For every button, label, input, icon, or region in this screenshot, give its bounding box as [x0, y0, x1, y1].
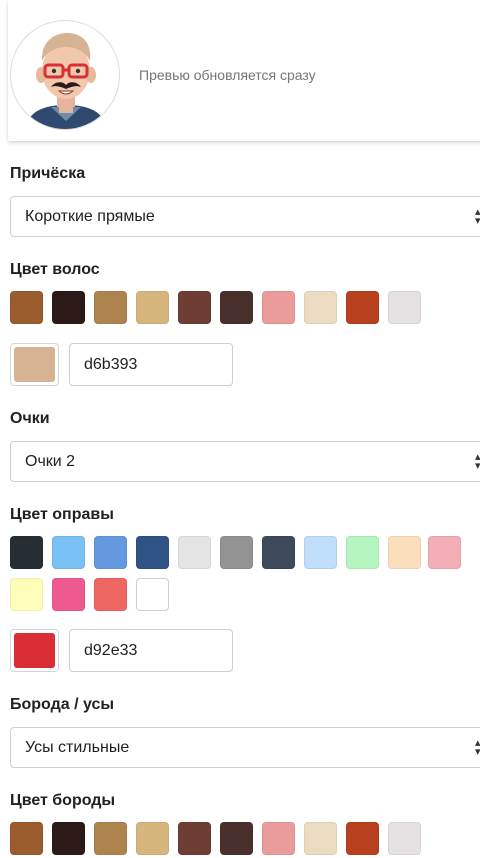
hair-style-label: Причёска — [10, 165, 86, 182]
beard-color-swatch[interactable] — [388, 822, 421, 855]
frame-color-swatch[interactable] — [220, 536, 253, 569]
hair-color-swatch[interactable] — [10, 291, 43, 324]
frame-color-swatches-row-2 — [10, 578, 170, 611]
frame-color-swatch[interactable] — [428, 536, 461, 569]
beard-color-swatch[interactable] — [178, 822, 211, 855]
hair-style-selected-value: Короткие прямые — [25, 208, 155, 225]
frame-color-current-swatch — [14, 633, 55, 668]
glasses-select[interactable]: Очки 2 ▴ ▾ — [10, 441, 480, 482]
frame-color-swatch[interactable] — [136, 536, 169, 569]
frame-color-swatch[interactable] — [178, 536, 211, 569]
select-arrows-icon: ▴ ▾ — [475, 451, 480, 472]
beard-color-swatch[interactable] — [94, 822, 127, 855]
beard-color-swatch[interactable] — [346, 822, 379, 855]
hair-color-picker[interactable] — [10, 343, 59, 386]
beard-select[interactable]: Усы стильные ▴ ▾ — [10, 727, 480, 768]
frame-color-swatch[interactable] — [52, 578, 85, 611]
frame-color-swatch[interactable] — [262, 536, 295, 569]
frame-color-swatch[interactable] — [10, 536, 43, 569]
frame-color-swatches-row-1 — [10, 536, 470, 569]
frame-color-hex-input[interactable] — [69, 629, 233, 672]
hair-color-hex-input[interactable] — [69, 343, 233, 386]
preview-card: Превью обновляется сразу — [8, 0, 480, 141]
hair-color-swatch[interactable] — [94, 291, 127, 324]
frame-color-swatch[interactable] — [136, 578, 169, 611]
hair-color-swatch[interactable] — [346, 291, 379, 324]
beard-color-label: Цвет бороды — [10, 792, 116, 809]
frame-color-swatch[interactable] — [346, 536, 379, 569]
select-arrows-icon: ▴ ▾ — [475, 737, 480, 758]
frame-color-swatch[interactable] — [304, 536, 337, 569]
frame-color-picker[interactable] — [10, 629, 59, 672]
hair-style-select[interactable]: Короткие прямые ▴ ▾ — [10, 196, 480, 237]
hair-color-swatch[interactable] — [304, 291, 337, 324]
hair-color-swatch[interactable] — [52, 291, 85, 324]
frame-color-swatch[interactable] — [94, 536, 127, 569]
hair-color-label: Цвет волос — [10, 261, 100, 278]
hair-color-swatch[interactable] — [388, 291, 421, 324]
beard-color-swatch[interactable] — [262, 822, 295, 855]
beard-color-swatch[interactable] — [136, 822, 169, 855]
avatar — [10, 20, 120, 130]
hair-color-swatch[interactable] — [136, 291, 169, 324]
glasses-label: Очки — [10, 410, 50, 427]
hair-color-swatches — [10, 291, 430, 324]
frame-color-swatch[interactable] — [388, 536, 421, 569]
hair-color-swatch[interactable] — [220, 291, 253, 324]
hair-color-swatch[interactable] — [262, 291, 295, 324]
beard-color-swatch[interactable] — [304, 822, 337, 855]
frame-color-swatch[interactable] — [94, 578, 127, 611]
beard-label: Борода / усы — [10, 696, 115, 713]
hair-color-swatch[interactable] — [178, 291, 211, 324]
beard-selected-value: Усы стильные — [25, 739, 130, 756]
select-arrows-icon: ▴ ▾ — [475, 206, 480, 227]
preview-hint-text: Превью обновляется сразу — [139, 67, 316, 83]
glasses-selected-value: Очки 2 — [25, 453, 76, 470]
frame-color-swatch[interactable] — [10, 578, 43, 611]
beard-color-swatch[interactable] — [52, 822, 85, 855]
frame-color-label: Цвет оправы — [10, 506, 114, 523]
frame-color-swatch[interactable] — [52, 536, 85, 569]
bearded-man-with-glasses-avatar-icon — [25, 33, 107, 129]
beard-color-swatches — [10, 822, 430, 855]
beard-color-swatch[interactable] — [220, 822, 253, 855]
hair-color-current-swatch — [14, 347, 55, 382]
beard-color-swatch[interactable] — [10, 822, 43, 855]
